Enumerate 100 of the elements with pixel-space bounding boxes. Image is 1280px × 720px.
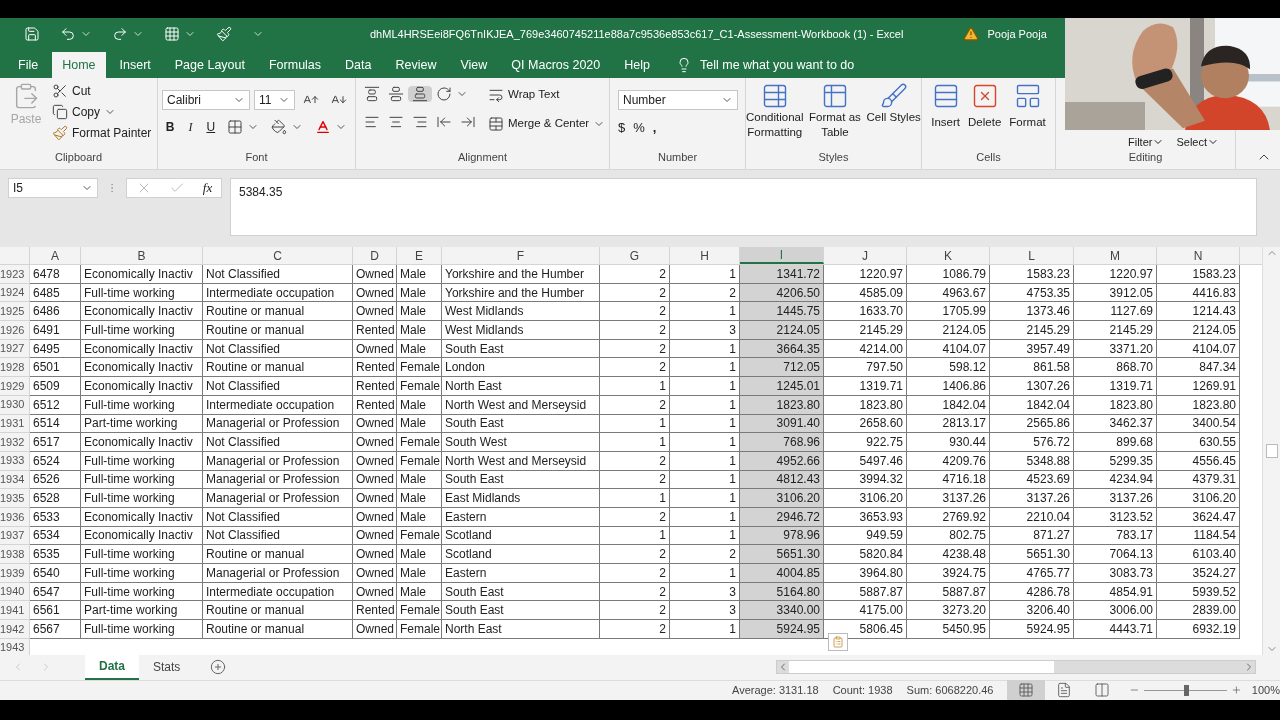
column-header[interactable]: B bbox=[81, 247, 203, 264]
editing-button[interactable]: Select bbox=[1176, 135, 1219, 149]
view-button[interactable] bbox=[1007, 680, 1046, 701]
bold-button[interactable]: B bbox=[162, 118, 179, 136]
column-header[interactable]: M bbox=[1074, 247, 1157, 264]
column-header[interactable]: C bbox=[203, 247, 353, 264]
styles-button[interactable]: Conditional Formatting bbox=[746, 82, 804, 149]
ribbon-tab[interactable]: Insert bbox=[109, 52, 161, 78]
column-header[interactable]: A bbox=[30, 247, 81, 264]
table-cell: 1214.43 bbox=[1157, 302, 1240, 322]
table-cell: 6491 bbox=[30, 321, 81, 340]
column-header[interactable]: G bbox=[600, 247, 670, 264]
underline-button[interactable]: U bbox=[202, 118, 219, 136]
cells-button[interactable]: Format bbox=[1009, 82, 1046, 149]
user-name: Pooja Pooja bbox=[987, 26, 1047, 42]
table-cell: 2 bbox=[600, 265, 670, 284]
row-header[interactable]: 1923 bbox=[0, 265, 30, 284]
table-cell: Owned bbox=[353, 451, 397, 471]
table-cell: South East bbox=[442, 339, 600, 359]
row-header[interactable]: 1939 bbox=[0, 564, 30, 583]
row-header[interactable]: 1928 bbox=[0, 358, 30, 378]
ribbon-tab[interactable]: QI Macros 2020 bbox=[501, 52, 611, 78]
grid-icon bbox=[164, 26, 180, 42]
row-header[interactable]: 1929 bbox=[0, 377, 30, 396]
table-cell: West Midlands bbox=[442, 302, 600, 322]
wrap-text-button[interactable]: Wrap Text bbox=[484, 86, 610, 104]
bottom-align-button[interactable] bbox=[408, 86, 432, 102]
ribbon-tab[interactable]: Data bbox=[335, 52, 382, 78]
column-header[interactable]: J bbox=[824, 247, 907, 264]
vertical-scrollbar[interactable] bbox=[1262, 247, 1280, 655]
column-header[interactable]: I bbox=[740, 247, 824, 264]
table-cell: 1583.23 bbox=[1157, 265, 1240, 284]
table-cell: 1220.97 bbox=[1074, 265, 1157, 284]
ribbon-tab[interactable]: Formulas bbox=[258, 52, 332, 78]
row-header[interactable]: 1942 bbox=[0, 620, 30, 639]
ribbon-tab[interactable]: Page Layout bbox=[164, 52, 255, 78]
column-header[interactable]: E bbox=[397, 247, 442, 264]
column-header[interactable]: F bbox=[442, 247, 600, 264]
row-header[interactable]: 1925 bbox=[0, 302, 30, 322]
comma-button[interactable]: , bbox=[652, 118, 657, 138]
ribbon-tab[interactable]: Help bbox=[614, 52, 660, 78]
table-cell: Yorkshire and the Humber bbox=[442, 265, 600, 284]
row-header[interactable]: 1935 bbox=[0, 489, 30, 508]
lightbulb-icon bbox=[676, 57, 692, 73]
tell-me-field[interactable]: Tell me what you want to do bbox=[700, 55, 855, 75]
merge-center-button[interactable]: Merge & Center bbox=[484, 115, 610, 133]
window-title: dhML4HRSEei8FQ6TnIKJEA_769e3460745211e88a7c9536e853c617_C1-Assessment-Workbook (1) - Excel bbox=[370, 26, 904, 42]
table-cell: Male bbox=[397, 564, 442, 583]
font-size-field[interactable]: 11 bbox=[254, 90, 295, 110]
redo-icon bbox=[112, 26, 128, 42]
italic-button[interactable]: I bbox=[182, 118, 199, 136]
percent-button[interactable]: % bbox=[633, 118, 645, 138]
row-header[interactable]: 1938 bbox=[0, 545, 30, 564]
zoom-slider[interactable] bbox=[1144, 684, 1228, 697]
insert-function-button[interactable]: fx bbox=[202, 178, 213, 198]
table-cell: 6547 bbox=[30, 582, 81, 602]
column-header[interactable]: K bbox=[907, 247, 990, 264]
table-cell: 3137.26 bbox=[1074, 489, 1157, 508]
styles-button[interactable]: Format as Table bbox=[807, 82, 863, 149]
scrollbar-thumb[interactable] bbox=[789, 661, 1054, 674]
scrollbar-thumb[interactable] bbox=[1265, 443, 1278, 458]
table-cell: 6103.40 bbox=[1157, 545, 1240, 564]
currency-button[interactable]: $ bbox=[618, 118, 626, 138]
ribbon-tab[interactable]: File bbox=[8, 52, 49, 78]
row-header[interactable]: 1932 bbox=[0, 433, 30, 452]
table-cell: 1842.04 bbox=[990, 395, 1074, 415]
cells-button[interactable]: Insert bbox=[931, 82, 961, 149]
table-cell: 2145.29 bbox=[824, 321, 907, 340]
row-header[interactable]: 1941 bbox=[0, 601, 30, 621]
table-cell: 5348.88 bbox=[990, 451, 1074, 471]
table-cell: 861.58 bbox=[990, 358, 1074, 378]
cut-button[interactable]: Cut bbox=[48, 82, 156, 100]
cells-button[interactable]: Delete bbox=[968, 82, 1002, 149]
table-cell: Owned bbox=[353, 302, 397, 322]
font-family-field[interactable]: Calibri bbox=[162, 90, 250, 110]
horizontal-scrollbar[interactable] bbox=[776, 660, 1256, 675]
ribbon-tab[interactable]: View bbox=[450, 52, 498, 78]
editing-button[interactable]: Filter bbox=[1127, 135, 1165, 149]
styles-button[interactable]: Cell Styles bbox=[866, 82, 921, 149]
name-box[interactable]: I5 bbox=[8, 178, 98, 198]
table-cell: 2124.05 bbox=[907, 321, 990, 340]
table-cell: Female bbox=[397, 451, 442, 471]
sheet-tab[interactable]: Stats bbox=[139, 654, 195, 680]
ribbon-tab[interactable]: Home bbox=[52, 52, 106, 78]
table-cell: Owned bbox=[353, 564, 397, 583]
undo-icon bbox=[60, 26, 76, 42]
copy-button[interactable]: Copy bbox=[48, 103, 156, 121]
quick-analysis-icon bbox=[832, 635, 844, 648]
format-painter-button[interactable]: Format Painter bbox=[48, 124, 156, 142]
number-format-field[interactable]: Number bbox=[618, 90, 738, 110]
ribbon-tab[interactable]: Review bbox=[385, 52, 447, 78]
row-header[interactable]: 1926 bbox=[0, 321, 30, 340]
sheet-tab[interactable]: Data bbox=[85, 654, 139, 680]
table-cell: 868.70 bbox=[1074, 358, 1157, 378]
table-cell: 4963.67 bbox=[907, 283, 990, 303]
column-header[interactable]: D bbox=[353, 247, 397, 264]
column-header[interactable]: L bbox=[990, 247, 1074, 264]
column-header[interactable]: N bbox=[1157, 247, 1240, 264]
table-cell: 1086.79 bbox=[907, 265, 990, 284]
formula-field[interactable]: 5384.35 bbox=[230, 178, 1257, 236]
